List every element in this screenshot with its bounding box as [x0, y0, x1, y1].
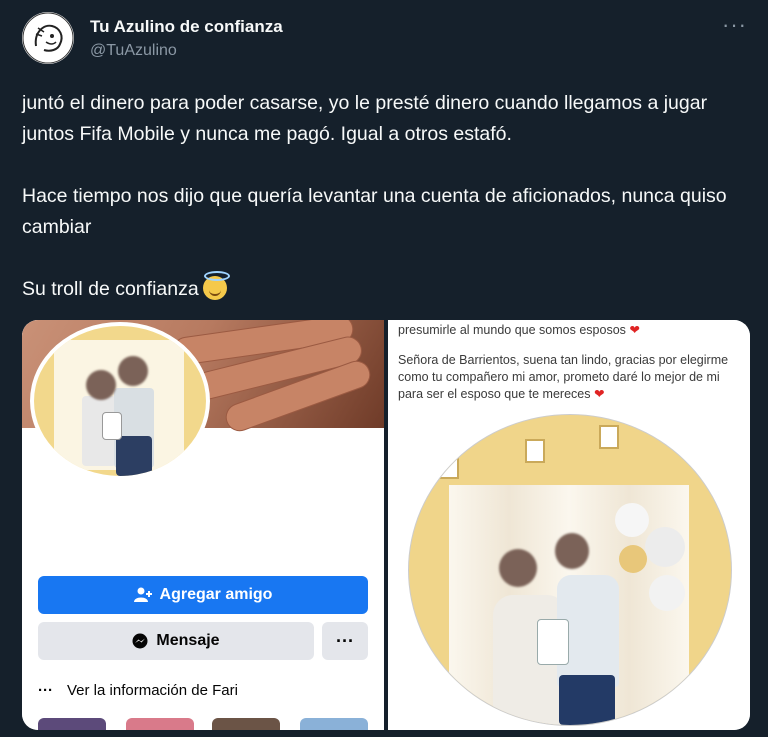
tweet-signoff: Su troll de confianza [22, 278, 199, 300]
author-name[interactable]: Tu Azulino de confianza [90, 17, 283, 37]
blurred-face [499, 549, 537, 587]
photo-balloon [649, 575, 685, 611]
avatar-logo-icon [22, 12, 74, 64]
message-label: Mensaje [156, 632, 220, 649]
photo-certificate [537, 619, 569, 665]
media-image-wedding-post[interactable]: presumirle al mundo que somos esposos ❤ … [388, 320, 750, 730]
tweet-media[interactable]: Agregar amigo Mensaje ··· ··· Ver la inf… [22, 320, 750, 730]
author-handle[interactable]: @TuAzulino [90, 42, 177, 60]
friend-thumbnail[interactable] [126, 718, 194, 730]
person-add-icon [133, 587, 152, 602]
blurred-face [86, 370, 116, 400]
picture-certificate [102, 412, 122, 440]
media-image-facebook-profile[interactable]: Agregar amigo Mensaje ··· ··· Ver la inf… [22, 320, 384, 730]
photo-balloon [645, 527, 685, 567]
info-dots-icon: ··· [38, 682, 53, 699]
more-options-icon[interactable]: ··· [722, 12, 747, 38]
message-button[interactable]: Mensaje [38, 622, 314, 660]
photo-groom-pants [559, 675, 615, 725]
profile-info-link: Ver la información de Fari [67, 682, 238, 699]
heart-icon: ❤ [629, 323, 640, 337]
author-avatar[interactable] [22, 12, 74, 64]
post-caption-line-1-text: presumirle al mundo que somos esposos [398, 323, 626, 337]
blurred-face [118, 356, 148, 386]
friend-thumbnail[interactable] [300, 718, 368, 730]
more-dots-icon[interactable]: ··· [322, 622, 368, 660]
photo-window [599, 425, 619, 449]
photo-window [439, 455, 459, 479]
friend-thumbnail[interactable] [38, 718, 106, 730]
tweet-paragraph-1: juntó el dinero para poder casarse, yo l… [22, 92, 708, 145]
photo-balloon [615, 503, 649, 537]
wedding-photo[interactable] [408, 414, 732, 726]
profile-picture[interactable] [30, 322, 210, 480]
picture-person-pants [116, 436, 152, 476]
smiling-face-with-halo-icon [202, 271, 230, 300]
add-friend-button[interactable]: Agregar amigo [38, 576, 368, 614]
add-friend-label: Agregar amigo [159, 586, 273, 603]
photo-window [525, 439, 545, 463]
tweet-paragraph-2: Hace tiempo nos dijo que quería levantar… [22, 185, 727, 238]
messenger-icon [132, 633, 148, 649]
post-caption-line-2-text: Señora de Barrientos, suena tan lindo, g… [398, 353, 729, 401]
photo-balloon [619, 545, 647, 573]
tweet-text: juntó el dinero para poder casarse, yo l… [22, 88, 752, 305]
post-caption-line-2: Señora de Barrientos, suena tan lindo, g… [398, 352, 743, 403]
blurred-face [555, 533, 589, 569]
profile-info-row[interactable]: ··· Ver la información de Fari [38, 682, 238, 699]
friend-thumbnail[interactable] [212, 718, 280, 730]
tweet-paragraph-3: Su troll de confianza [22, 271, 752, 305]
post-caption-line-1: presumirle al mundo que somos esposos ❤ [398, 322, 743, 339]
heart-icon: ❤ [593, 387, 605, 401]
